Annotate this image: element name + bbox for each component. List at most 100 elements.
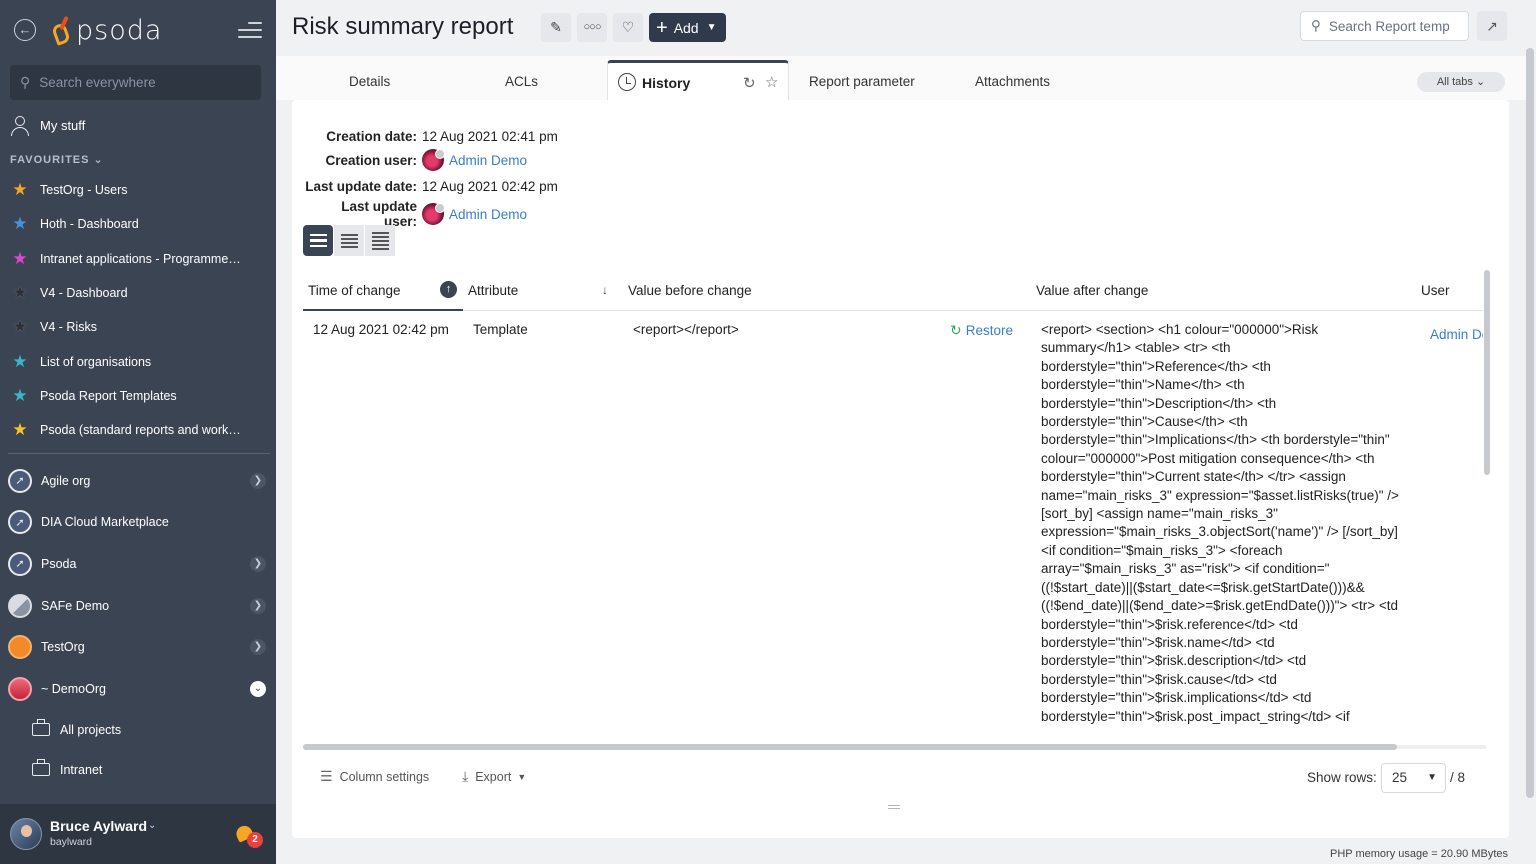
last-update-date-row: Last update date: 12 Aug 2021 02:42 pm xyxy=(305,179,558,194)
sorted-column-indicator xyxy=(303,309,463,311)
add-button[interactable]: + Add ▼ xyxy=(649,13,726,42)
favourite-label: V4 - Risks xyxy=(40,320,97,335)
export-button[interactable]: ⤓ Export ▼ xyxy=(462,768,526,785)
rows-per-page-value: 25 xyxy=(1392,770,1408,785)
sort-descending-icon[interactable]: ↓ xyxy=(602,283,608,297)
column-user[interactable]: User xyxy=(1421,283,1450,298)
org-item-demoorg[interactable]: ~ DemoOrg ⌄ xyxy=(8,668,270,710)
tab-details[interactable]: Details xyxy=(349,74,390,89)
density-standard-button[interactable] xyxy=(334,225,364,256)
refresh-icon[interactable]: ↻ xyxy=(743,74,756,92)
org-item-dia-cloud[interactable]: ➚ DIA Cloud Marketplace xyxy=(8,502,270,544)
chevron-right-icon[interactable]: ❯ xyxy=(250,556,266,573)
sidebar: ← psoda ⚲ Search everywhere My stuff FAV… xyxy=(0,0,276,864)
logo-text: psoda xyxy=(76,14,163,46)
tab-history-label: History xyxy=(642,75,691,91)
favourites-header[interactable]: FAVOURITES ⌄ xyxy=(10,153,104,166)
row-density-toggle xyxy=(303,225,396,256)
chevron-right-icon[interactable]: ❯ xyxy=(250,473,266,489)
cell-time: 12 Aug 2021 02:42 pm xyxy=(313,322,449,337)
favourite-label: Psoda (standard reports and work… xyxy=(40,423,241,438)
chevron-down-icon[interactable]: ⌄ xyxy=(250,680,266,697)
org-item-testorg[interactable]: TestOrg ❯ xyxy=(8,626,270,668)
current-user-panel[interactable]: Bruce Aylward ⌄ baylward 2 xyxy=(0,804,276,864)
more-button[interactable]: ○○○ xyxy=(577,13,607,42)
density-comfortable-button[interactable] xyxy=(303,225,333,256)
sub-item-intranet[interactable]: Intranet xyxy=(8,750,270,790)
my-stuff-label: My stuff xyxy=(40,117,86,133)
favourite-item[interactable]: ★ Intranet applications - Programme… xyxy=(10,242,266,276)
tab-attachments[interactable]: Attachments xyxy=(975,74,1050,89)
star-outline-icon[interactable]: ☆ xyxy=(765,73,778,91)
edit-button[interactable]: ✎ xyxy=(541,13,571,42)
star-icon: ★ xyxy=(12,385,28,405)
my-stuff-link[interactable]: My stuff xyxy=(10,113,85,137)
org-item-psoda[interactable]: ➚ Psoda ❯ xyxy=(8,543,270,585)
chevron-down-icon[interactable]: ⌄ xyxy=(148,820,156,831)
pencil-icon: ✎ xyxy=(550,19,562,35)
favourite-item[interactable]: ★ Hoth - Dashboard xyxy=(10,207,266,241)
column-value-after[interactable]: Value after change xyxy=(1036,283,1148,298)
cell-user[interactable]: Admin Demo xyxy=(1425,322,1483,346)
notification-count: 2 xyxy=(247,832,263,848)
sidebar-header: ← psoda xyxy=(0,0,276,62)
page-title: Risk summary report xyxy=(292,13,514,40)
column-attribute[interactable]: Attribute xyxy=(468,283,518,298)
tab-history[interactable]: History ↻ ☆ xyxy=(607,60,789,100)
column-settings-button[interactable]: ☰ Column settings xyxy=(320,768,429,785)
favourite-item[interactable]: ★ List of organisations xyxy=(10,344,266,378)
creation-user-link[interactable]: Admin Demo xyxy=(449,153,527,168)
table-vertical-scrollbar[interactable] xyxy=(1484,270,1490,475)
show-rows-label: Show rows: xyxy=(1307,770,1377,785)
favourite-item[interactable]: ★ Psoda Report Templates xyxy=(10,379,266,413)
plus-icon: + xyxy=(656,16,668,39)
collapse-sidebar-icon[interactable] xyxy=(238,22,262,40)
page-scrollbar[interactable] xyxy=(1526,48,1534,798)
favourite-item[interactable]: ★ V4 - Dashboard xyxy=(10,276,266,310)
org-label: TestOrg xyxy=(41,640,85,655)
org-label: DIA Cloud Marketplace xyxy=(41,515,169,530)
report-search-input[interactable]: ⚲ Search Report temp xyxy=(1300,11,1469,41)
global-search-input[interactable]: ⚲ Search everywhere xyxy=(10,65,261,100)
notifications-button[interactable]: 2 xyxy=(233,823,263,850)
tag-button[interactable]: ♡ xyxy=(613,13,643,42)
favourite-item[interactable]: ★ V4 - Risks xyxy=(10,310,266,344)
restore-button[interactable]: ↻ Restore xyxy=(950,322,1013,339)
briefcase-icon xyxy=(32,759,50,777)
tab-acls[interactable]: ACLs xyxy=(505,74,538,89)
column-value-before[interactable]: Value before change xyxy=(628,283,752,298)
avatar xyxy=(422,149,445,171)
star-icon: ★ xyxy=(12,283,28,303)
table-horizontal-scrollbar[interactable] xyxy=(303,744,1397,750)
resize-grip-icon[interactable] xyxy=(888,805,900,811)
user-icon xyxy=(10,115,30,136)
column-time-of-change[interactable]: Time of change xyxy=(308,283,401,298)
cell-user-link[interactable]: Admin Demo xyxy=(1430,327,1483,342)
star-icon: ★ xyxy=(12,248,28,268)
org-label: ~ DemoOrg xyxy=(41,681,106,696)
chevron-down-icon: ▼ xyxy=(517,771,527,782)
favourite-item[interactable]: ★ Psoda (standard reports and work… xyxy=(10,413,266,447)
org-item-agile-org[interactable]: ➚ Agile org ❯ xyxy=(8,460,270,502)
logo[interactable]: psoda xyxy=(51,12,163,48)
sort-ascending-icon[interactable]: ↑ xyxy=(440,281,457,298)
tab-report-parameter[interactable]: Report parameter xyxy=(809,74,915,89)
sub-item-all-projects[interactable]: All projects xyxy=(8,710,270,750)
chevron-right-icon[interactable]: ❯ xyxy=(250,639,266,656)
last-update-user-link[interactable]: Admin Demo xyxy=(449,207,527,222)
rows-per-page-select[interactable]: 25 ▼ xyxy=(1381,763,1446,793)
external-link-button[interactable]: ↗ xyxy=(1477,11,1507,41)
favourite-item[interactable]: ★ TestOrg - Users xyxy=(10,173,266,207)
cell-before: <report></report> xyxy=(633,322,739,337)
page-count: / 8 xyxy=(1450,770,1466,785)
chevron-right-icon[interactable]: ❯ xyxy=(250,597,266,614)
creation-user-row: Creation user: Admin Demo xyxy=(305,149,527,171)
download-icon: ⤓ xyxy=(462,768,469,784)
density-compact-button[interactable] xyxy=(365,225,395,256)
org-list: ➚ Agile org ❯ ➚ DIA Cloud Marketplace ➚ Psod… xyxy=(8,460,270,790)
org-item-safe-demo[interactable]: SAFe Demo ❯ xyxy=(8,585,270,627)
all-tabs-dropdown[interactable]: All tabs ⌄ xyxy=(1417,72,1505,92)
back-icon[interactable]: ← xyxy=(14,19,36,41)
external-link-icon: ↗ xyxy=(1486,18,1498,34)
creation-date-value: 12 Aug 2021 02:41 pm xyxy=(422,129,558,144)
